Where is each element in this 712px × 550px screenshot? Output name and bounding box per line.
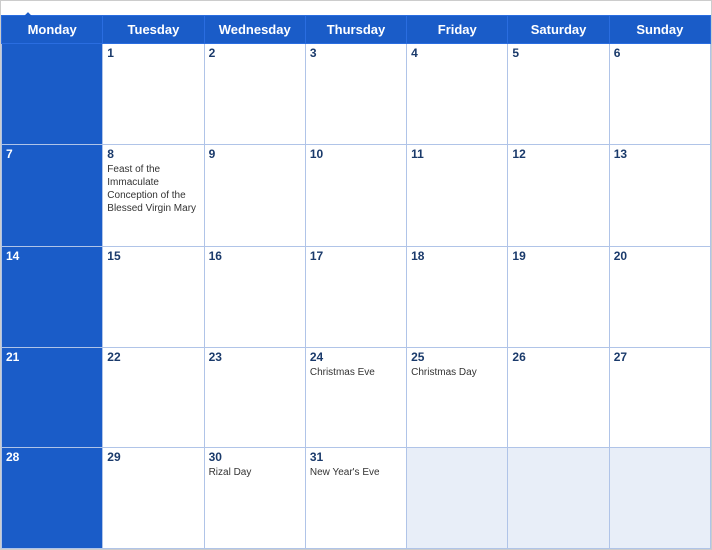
weekday-header-row: MondayTuesdayWednesdayThursdayFridaySatu…	[2, 16, 711, 44]
calendar-cell: 25 Christmas Day	[407, 347, 508, 448]
calendar-cell: 9	[204, 144, 305, 246]
weekday-header-wednesday: Wednesday	[204, 16, 305, 44]
calendar-cell: 14	[2, 246, 103, 347]
day-number: 18	[411, 249, 503, 263]
calendar-cell: 22	[103, 347, 204, 448]
day-number: 13	[614, 147, 706, 161]
day-number: 27	[614, 350, 706, 364]
holiday-label: Christmas Day	[411, 366, 503, 379]
day-number: 3	[310, 46, 402, 60]
calendar: MondayTuesdayWednesdayThursdayFridaySatu…	[0, 0, 712, 550]
day-number: 31	[310, 450, 402, 464]
weekday-header-tuesday: Tuesday	[103, 16, 204, 44]
calendar-week-row: 78 Feast of the Immaculate Conception of …	[2, 144, 711, 246]
calendar-cell: 10	[305, 144, 406, 246]
calendar-cell: 28	[2, 448, 103, 549]
calendar-cell: 3	[305, 44, 406, 145]
logo-icon	[17, 9, 39, 31]
holiday-label: Feast of the Immaculate Conception of th…	[107, 163, 199, 215]
calendar-cell: 17	[305, 246, 406, 347]
day-number: 25	[411, 350, 503, 364]
weekday-header-saturday: Saturday	[508, 16, 609, 44]
calendar-cell: 11	[407, 144, 508, 246]
day-number: 15	[107, 249, 199, 263]
day-number: 29	[107, 450, 199, 464]
calendar-cell: 29	[103, 448, 204, 549]
calendar-cell: 23	[204, 347, 305, 448]
calendar-week-row: 14 15 16 17 18 19 20	[2, 246, 711, 347]
day-number: 7	[6, 147, 98, 161]
day-number: 8	[107, 147, 199, 161]
day-number: 6	[614, 46, 706, 60]
day-number: 26	[512, 350, 604, 364]
day-number: 1	[107, 46, 199, 60]
calendar-cell: 6	[609, 44, 710, 145]
calendar-cell: 26	[508, 347, 609, 448]
calendar-cell: 30 Rizal Day	[204, 448, 305, 549]
calendar-week-row: 21 22 23 24 Christmas Eve 25 Christmas Day 26 27	[2, 347, 711, 448]
calendar-cell: 13	[609, 144, 710, 246]
weekday-header-thursday: Thursday	[305, 16, 406, 44]
day-number: 5	[512, 46, 604, 60]
calendar-cell	[508, 448, 609, 549]
calendar-cell: 24 Christmas Eve	[305, 347, 406, 448]
calendar-cell: 21	[2, 347, 103, 448]
day-number: 14	[6, 249, 98, 263]
day-number: 10	[310, 147, 402, 161]
weekday-header-sunday: Sunday	[609, 16, 710, 44]
calendar-cell	[407, 448, 508, 549]
day-number: 21	[6, 350, 98, 364]
calendar-cell: 7	[2, 144, 103, 246]
day-number: 19	[512, 249, 604, 263]
day-number: 22	[107, 350, 199, 364]
holiday-label: Rizal Day	[209, 466, 301, 479]
calendar-cell: 15	[103, 246, 204, 347]
holiday-label: New Year's Eve	[310, 466, 402, 479]
calendar-cell: 16	[204, 246, 305, 347]
day-number: 9	[209, 147, 301, 161]
calendar-cell: 4	[407, 44, 508, 145]
day-number: 28	[6, 450, 98, 464]
calendar-cell: 2	[204, 44, 305, 145]
day-number: 2	[209, 46, 301, 60]
calendar-table: MondayTuesdayWednesdayThursdayFridaySatu…	[1, 15, 711, 549]
day-number: 23	[209, 350, 301, 364]
calendar-cell: 1	[103, 44, 204, 145]
day-number: 11	[411, 147, 503, 161]
calendar-cell: 20	[609, 246, 710, 347]
calendar-cell: 5	[508, 44, 609, 145]
calendar-cell: 31 New Year's Eve	[305, 448, 406, 549]
calendar-header	[1, 1, 711, 15]
day-number: 4	[411, 46, 503, 60]
day-number: 20	[614, 249, 706, 263]
day-number: 30	[209, 450, 301, 464]
holiday-label: Christmas Eve	[310, 366, 402, 379]
calendar-cell: 27	[609, 347, 710, 448]
day-number: 16	[209, 249, 301, 263]
calendar-cell	[609, 448, 710, 549]
weekday-header-friday: Friday	[407, 16, 508, 44]
calendar-cell: 19	[508, 246, 609, 347]
calendar-cell	[2, 44, 103, 145]
day-number: 17	[310, 249, 402, 263]
logo	[17, 9, 41, 31]
calendar-cell: 8 Feast of the Immaculate Conception of t…	[103, 144, 204, 246]
calendar-body: 12345678Feast of the Immaculate Concepti…	[2, 44, 711, 549]
calendar-cell: 12	[508, 144, 609, 246]
calendar-week-row: 28 29 30 Rizal Day 31 New Year's Eve	[2, 448, 711, 549]
calendar-week-row: 123456	[2, 44, 711, 145]
calendar-cell: 18	[407, 246, 508, 347]
day-number: 24	[310, 350, 402, 364]
day-number: 12	[512, 147, 604, 161]
